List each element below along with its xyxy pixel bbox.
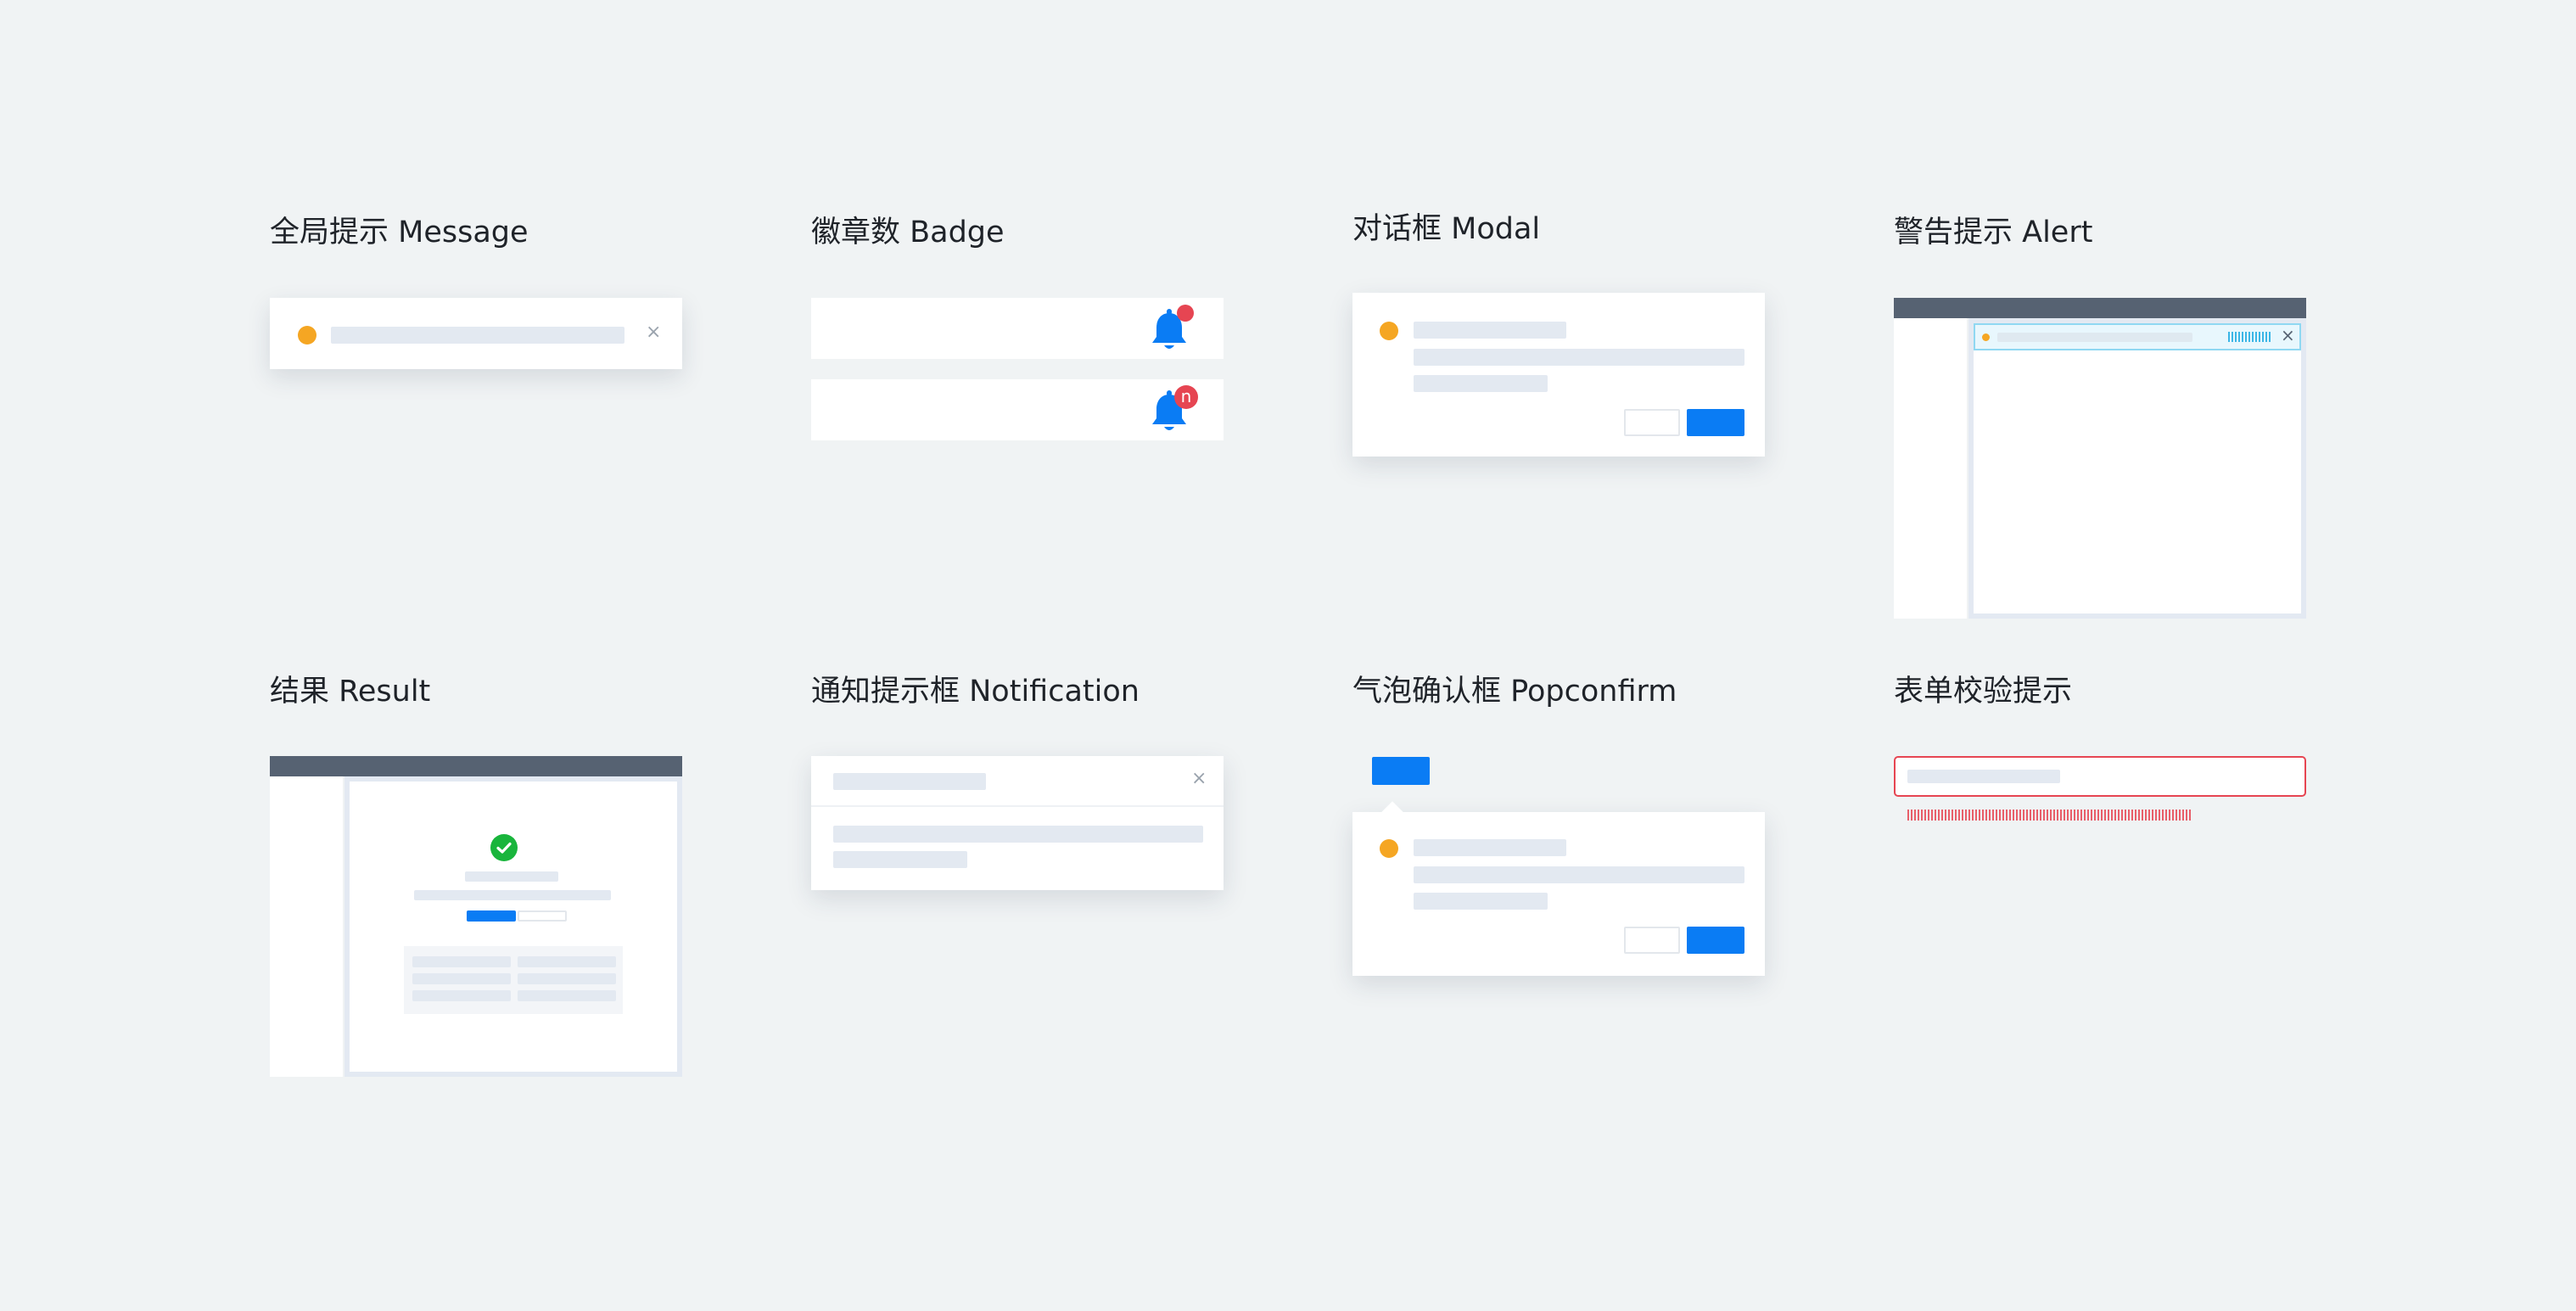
detail-placeholder xyxy=(412,973,511,984)
warning-dot-icon xyxy=(1380,839,1398,858)
notification-title-placeholder xyxy=(833,773,986,790)
notification-preview-card: × xyxy=(811,756,1224,890)
result-secondary-button[interactable] xyxy=(518,910,567,922)
app-content xyxy=(344,776,682,1077)
alert-link-placeholder[interactable] xyxy=(2228,332,2272,342)
warning-dot-icon xyxy=(1380,322,1398,340)
popconfirm-title-placeholder xyxy=(1414,839,1566,856)
popconfirm-trigger-button[interactable] xyxy=(1372,757,1430,785)
modal-text-placeholder xyxy=(1414,375,1548,392)
notification-text-placeholder xyxy=(833,851,967,868)
popover-arrow xyxy=(1381,801,1403,823)
modal-preview-card xyxy=(1352,293,1765,457)
detail-placeholder xyxy=(518,973,616,984)
detail-placeholder xyxy=(518,956,616,967)
form-validation-section-title: 表单校验提示 xyxy=(1894,675,2073,709)
detail-placeholder xyxy=(412,990,511,1001)
notification-text-placeholder xyxy=(833,826,1203,843)
badge-dot-row xyxy=(811,298,1224,359)
modal-title-placeholder xyxy=(1414,322,1566,339)
app-header-bar xyxy=(1894,298,2306,318)
modal-cancel-button[interactable] xyxy=(1624,409,1680,436)
check-circle-icon xyxy=(490,834,518,861)
result-detail-panel xyxy=(404,946,623,1014)
app-sidebar xyxy=(1894,318,1967,619)
warning-dot-icon xyxy=(1982,333,1990,341)
modal-text-placeholder xyxy=(1414,349,1744,366)
badge-count-row: n xyxy=(811,379,1224,440)
popconfirm-cancel-button[interactable] xyxy=(1624,927,1680,954)
message-preview-card: × xyxy=(270,298,682,369)
app-sidebar xyxy=(270,776,343,1077)
popconfirm-popover xyxy=(1352,801,1765,976)
close-icon[interactable]: × xyxy=(1191,770,1207,788)
popconfirm-section-title: 气泡确认框 Popconfirm xyxy=(1352,675,1677,709)
badge-count: n xyxy=(1174,385,1198,409)
input-value-placeholder xyxy=(1907,770,2060,783)
close-icon[interactable]: × xyxy=(646,323,661,342)
modal-section-title: 对话框 Modal xyxy=(1352,212,1541,246)
detail-placeholder xyxy=(518,990,616,1001)
alert-text-placeholder xyxy=(1997,333,2192,342)
result-section-title: 结果 Result xyxy=(270,675,431,709)
message-text-placeholder xyxy=(331,327,624,344)
alert-preview-window: × xyxy=(1894,298,2306,619)
close-icon[interactable]: × xyxy=(2281,327,2295,344)
validation-error-text xyxy=(1907,810,2192,821)
result-subtitle-placeholder xyxy=(414,890,611,900)
popconfirm-ok-button[interactable] xyxy=(1687,927,1744,954)
notification-section-title: 通知提示框 Notification xyxy=(811,675,1140,709)
popconfirm-text-placeholder xyxy=(1414,866,1744,883)
warning-dot-icon xyxy=(298,326,316,345)
result-preview-window xyxy=(270,756,682,1077)
info-alert-bar: × xyxy=(1974,323,2301,350)
badge-section-title: 徽章数 Badge xyxy=(811,216,1005,249)
detail-placeholder xyxy=(412,956,511,967)
result-title-placeholder xyxy=(465,871,558,882)
app-header-bar xyxy=(270,756,682,776)
alert-section-title: 警告提示 Alert xyxy=(1894,216,2093,249)
app-content: × xyxy=(1968,318,2306,619)
badge-dot xyxy=(1177,305,1194,322)
popconfirm-text-placeholder xyxy=(1414,893,1548,910)
message-section-title: 全局提示 Message xyxy=(270,216,529,249)
result-primary-button[interactable] xyxy=(467,910,516,922)
notification-divider xyxy=(811,805,1224,807)
modal-ok-button[interactable] xyxy=(1687,409,1744,436)
invalid-input-field[interactable] xyxy=(1894,756,2306,797)
